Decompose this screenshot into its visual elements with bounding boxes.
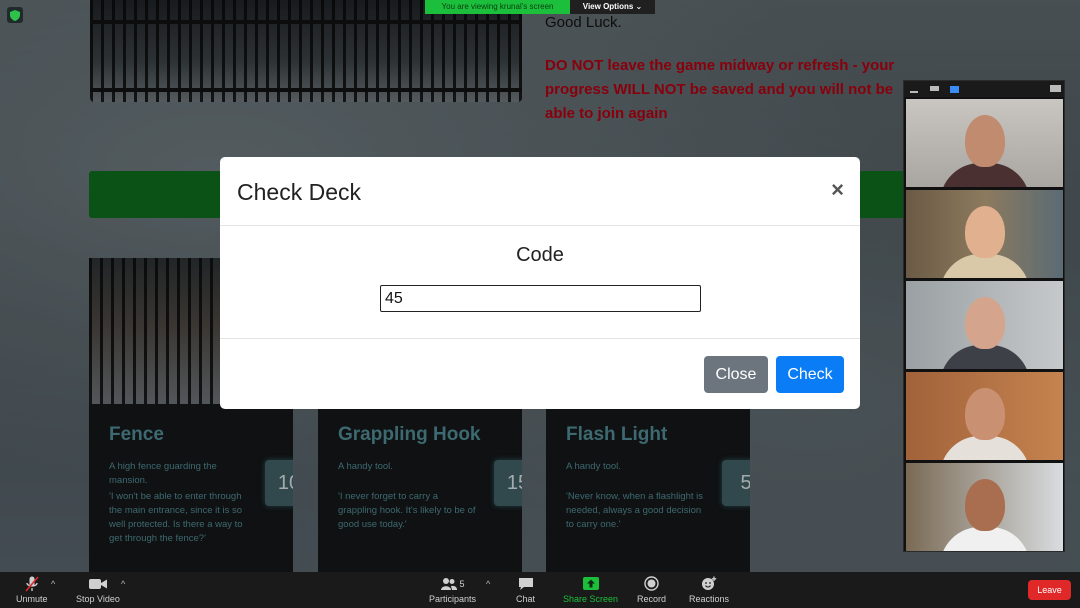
modal-title: Check Deck xyxy=(237,179,361,205)
chat-bubble-icon xyxy=(517,575,535,592)
video-camera-icon xyxy=(88,575,107,592)
share-screen-label: Share Screen xyxy=(563,594,619,604)
view-options-label: View Options xyxy=(582,2,634,11)
reactions-label: Reactions xyxy=(689,594,730,604)
gallery-view-controls xyxy=(904,81,1064,97)
share-screen-button[interactable]: Share Screen xyxy=(563,575,618,604)
unmute-button[interactable]: Unmute xyxy=(16,575,48,604)
participant-face xyxy=(964,206,1005,258)
unmute-label: Unmute xyxy=(16,594,48,604)
check-deck-modal: Check Deck × Code Close Check xyxy=(220,157,860,409)
participant-video-tile[interactable] xyxy=(906,190,1063,278)
check-button[interactable]: Check xyxy=(776,356,844,393)
modal-header: Check Deck × xyxy=(220,157,860,226)
participants-button[interactable]: 5 Participants xyxy=(429,575,476,604)
chevron-down-icon: ⌄ xyxy=(635,2,643,11)
stop-video-label: Stop Video xyxy=(76,594,120,604)
participant-face xyxy=(964,297,1005,349)
share-screen-icon xyxy=(582,575,600,592)
code-input[interactable] xyxy=(380,285,701,312)
video-gallery xyxy=(903,80,1065,552)
smiley-plus-icon xyxy=(700,575,718,592)
record-icon xyxy=(643,575,661,592)
participants-count: 5 xyxy=(459,578,465,589)
participant-video-tile[interactable] xyxy=(906,463,1063,551)
microphone-muted-icon xyxy=(23,575,41,592)
gallery-view-icon[interactable] xyxy=(950,86,959,93)
chat-label: Chat xyxy=(516,594,536,604)
security-shield-icon[interactable] xyxy=(7,7,23,23)
exit-fullscreen-icon[interactable] xyxy=(1050,85,1061,92)
reactions-button[interactable]: Reactions xyxy=(689,575,729,604)
viewing-screen-label: You are viewing krunal's screen xyxy=(425,0,570,14)
participant-video-tile[interactable] xyxy=(906,372,1063,460)
participant-face xyxy=(964,115,1005,167)
modal-body: Code xyxy=(220,226,860,339)
close-button[interactable]: Close xyxy=(704,356,768,393)
minimize-icon[interactable] xyxy=(910,91,918,93)
stop-video-button[interactable]: Stop Video xyxy=(76,575,120,604)
participants-icon: 5 xyxy=(435,575,471,592)
participants-label: Participants xyxy=(429,594,477,604)
speaker-view-icon[interactable] xyxy=(930,86,939,91)
participant-video-tile[interactable] xyxy=(906,99,1063,187)
close-icon[interactable]: × xyxy=(831,177,844,203)
view-options-button[interactable]: View Options ⌄ xyxy=(570,0,655,14)
chat-button[interactable]: Chat xyxy=(516,575,535,604)
chevron-up-icon[interactable]: ^ xyxy=(121,579,125,589)
record-button[interactable]: Record xyxy=(637,575,666,604)
participant-face xyxy=(964,479,1005,531)
chevron-up-icon[interactable]: ^ xyxy=(486,579,490,589)
leave-button[interactable]: Leave xyxy=(1028,580,1071,600)
code-label: Code xyxy=(516,244,564,266)
participant-video-tile[interactable] xyxy=(906,281,1063,369)
record-label: Record xyxy=(637,594,667,604)
chevron-up-icon[interactable]: ^ xyxy=(51,579,55,589)
meeting-toolbar: Unmute ^ Stop Video ^ 5 Participants ^ C… xyxy=(0,572,1080,608)
participant-face xyxy=(964,388,1005,440)
screen-share-banner: You are viewing krunal's screen View Opt… xyxy=(425,0,655,14)
